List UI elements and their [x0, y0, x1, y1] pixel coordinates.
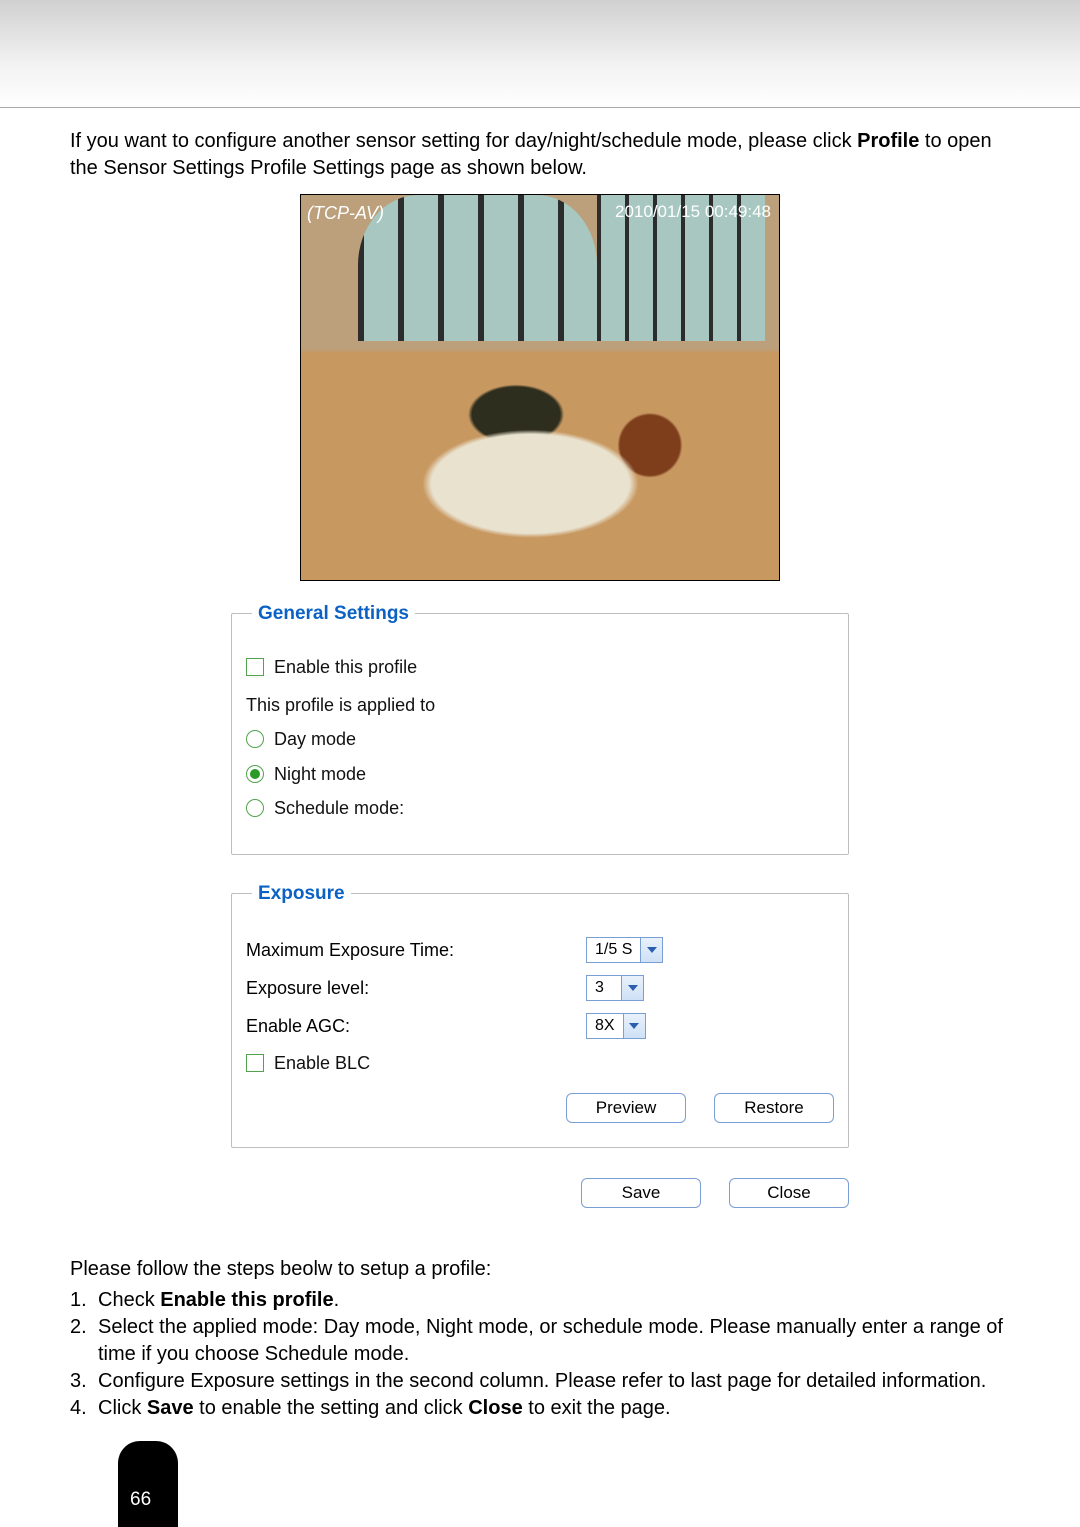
step-1-text-b: . [334, 1289, 340, 1311]
exposure-level-select[interactable]: 3 [586, 975, 644, 1001]
camera-preview-wrap: (TCP-AV) 2010/01/15 00:49:48 [70, 194, 1010, 581]
general-settings-fieldset: General Settings Enable this profile Thi… [231, 601, 849, 855]
general-settings-legend: General Settings [252, 601, 415, 627]
exposure-buttons: Preview Restore [246, 1093, 834, 1123]
step-1-bold: Enable this profile [160, 1289, 333, 1311]
mode-day-row: Day mode [246, 727, 834, 751]
exposure-level-row: Exposure level: 3 [246, 975, 834, 1001]
step-4-bold-close: Close [468, 1397, 522, 1419]
mode-day-label: Day mode [274, 727, 356, 751]
content: If you want to configure another sensor … [0, 108, 1080, 1422]
step-1-number: 1. [70, 1287, 98, 1314]
step-2-number: 2. [70, 1314, 98, 1368]
page: If you want to configure another sensor … [0, 0, 1080, 1527]
instructions: Please follow the steps beolw to setup a… [70, 1256, 1010, 1422]
applied-to-label: This profile is applied to [246, 693, 834, 717]
intro-paragraph: If you want to configure another sensor … [70, 128, 1010, 182]
enable-profile-checkbox[interactable] [246, 658, 264, 676]
close-button[interactable]: Close [729, 1178, 849, 1208]
mode-night-radio[interactable] [246, 765, 264, 783]
step-4-text-b: to enable the setting and click [194, 1397, 469, 1419]
agc-row: Enable AGC: 8X [246, 1013, 834, 1039]
mode-day-radio[interactable] [246, 730, 264, 748]
blc-checkbox[interactable] [246, 1054, 264, 1072]
agc-label: Enable AGC: [246, 1014, 586, 1038]
chevron-down-icon [623, 1014, 645, 1038]
page-number: 66 [130, 1489, 151, 1511]
agc-select[interactable]: 8X [586, 1013, 646, 1039]
mode-night-label: Night mode [274, 762, 366, 786]
dialog-buttons: Save Close [231, 1178, 849, 1208]
max-exposure-value: 1/5 S [587, 939, 640, 961]
camera-preview-image [301, 195, 779, 580]
blc-label: Enable BLC [274, 1051, 370, 1075]
header-bar [0, 0, 1080, 108]
step-1: 1. Check Enable this profile. [70, 1287, 1010, 1314]
step-4-text-a: Click [98, 1397, 147, 1419]
exposure-level-value: 3 [587, 977, 621, 999]
preview-button[interactable]: Preview [566, 1093, 686, 1123]
step-2-text: Select the applied mode: Day mode, Night… [98, 1314, 1010, 1368]
intro-text-1: If you want to configure another sensor … [70, 130, 857, 152]
enable-profile-label: Enable this profile [274, 655, 417, 679]
max-exposure-select[interactable]: 1/5 S [586, 937, 663, 963]
restore-button[interactable]: Restore [714, 1093, 834, 1123]
exposure-fieldset: Exposure Maximum Exposure Time: 1/5 S Ex… [231, 881, 849, 1148]
page-number-tab: 66 [118, 1441, 178, 1527]
agc-value: 8X [587, 1015, 623, 1037]
enable-profile-row: Enable this profile [246, 655, 834, 679]
step-1-text-a: Check [98, 1289, 160, 1311]
intro-bold-profile: Profile [857, 130, 919, 152]
save-button[interactable]: Save [581, 1178, 701, 1208]
exposure-legend: Exposure [252, 881, 351, 907]
max-exposure-row: Maximum Exposure Time: 1/5 S [246, 937, 834, 963]
instructions-list: 1. Check Enable this profile. 2. Select … [70, 1287, 1010, 1422]
settings-form: General Settings Enable this profile Thi… [70, 601, 1010, 1216]
step-4-number: 4. [70, 1395, 98, 1422]
exposure-level-label: Exposure level: [246, 976, 586, 1000]
camera-preview: (TCP-AV) 2010/01/15 00:49:48 [300, 194, 780, 581]
mode-schedule-row: Schedule mode: [246, 796, 834, 820]
mode-schedule-radio[interactable] [246, 799, 264, 817]
step-4-bold-save: Save [147, 1397, 194, 1419]
step-2: 2. Select the applied mode: Day mode, Ni… [70, 1314, 1010, 1368]
max-exposure-label: Maximum Exposure Time: [246, 938, 586, 962]
chevron-down-icon [621, 976, 643, 1000]
step-3-number: 3. [70, 1368, 98, 1395]
mode-schedule-label: Schedule mode: [274, 796, 404, 820]
mode-night-row: Night mode [246, 762, 834, 786]
preview-timestamp: 2010/01/15 00:49:48 [615, 201, 771, 224]
step-4-text-c: to exit the page. [523, 1397, 671, 1419]
step-4: 4. Click Save to enable the setting and … [70, 1395, 1010, 1422]
preview-source-label: (TCP-AV) [307, 201, 384, 225]
instructions-lead: Please follow the steps beolw to setup a… [70, 1256, 1010, 1283]
step-3-text: Configure Exposure settings in the secon… [98, 1368, 986, 1395]
chevron-down-icon [640, 938, 662, 962]
blc-row: Enable BLC [246, 1051, 834, 1075]
step-3: 3. Configure Exposure settings in the se… [70, 1368, 1010, 1395]
